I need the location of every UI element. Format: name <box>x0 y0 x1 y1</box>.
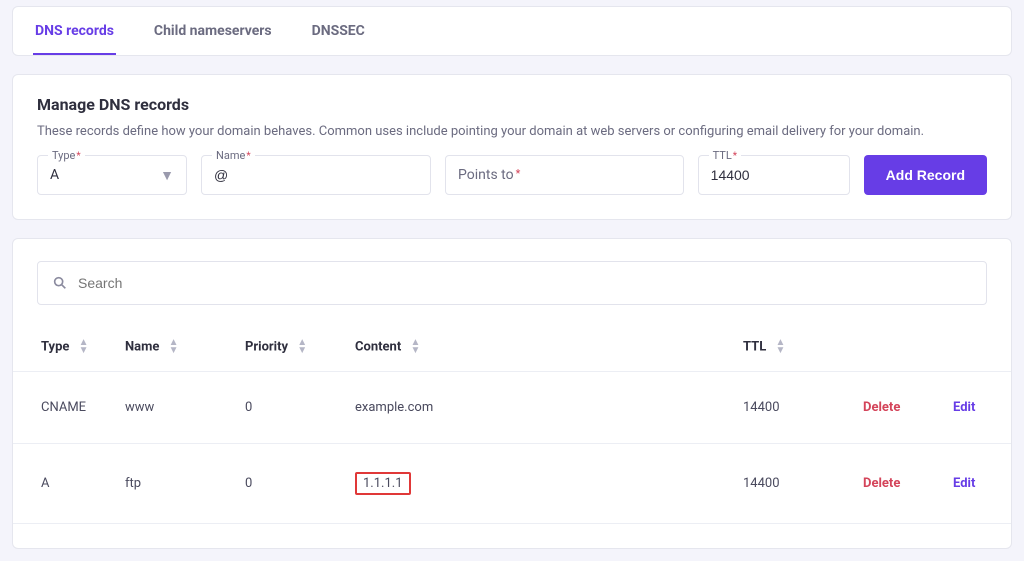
cell-name: ftp <box>113 444 233 524</box>
table-row: Aftp0 1.1.1.1 14400 Delete Edit <box>13 444 1011 524</box>
tabs-panel: DNS records Child nameservers DNSSEC <box>12 6 1012 56</box>
name-field[interactable]: Name <box>201 155 431 195</box>
type-select[interactable]: Type A ▼ <box>37 155 187 195</box>
ttl-input[interactable] <box>711 167 837 183</box>
cell-content: example.com <box>343 372 731 444</box>
ttl-label: TTL <box>709 149 741 162</box>
manage-description: These records define how your domain beh… <box>37 124 987 139</box>
cell-type: A <box>13 444 113 524</box>
cell-priority: 0 <box>233 444 343 524</box>
type-label: Type <box>48 149 85 162</box>
column-priority-label: Priority <box>245 339 288 354</box>
tab-dns-records[interactable]: DNS records <box>33 7 116 55</box>
points-to-label: Points to <box>458 167 520 183</box>
cell-ttl: 14400 <box>731 444 851 524</box>
cell-name: www <box>113 372 233 444</box>
delete-button[interactable]: Delete <box>863 476 900 491</box>
column-header-delete <box>851 323 941 372</box>
column-ttl-label: TTL <box>743 339 766 354</box>
type-value: A <box>50 167 154 183</box>
edit-button[interactable]: Edit <box>953 400 975 415</box>
sort-icon: ▲▼ <box>169 339 179 355</box>
column-type-label: Type <box>41 339 69 354</box>
add-record-button[interactable]: Add Record <box>864 155 987 195</box>
chevron-down-icon: ▼ <box>160 167 174 184</box>
column-header-edit <box>941 323 1011 372</box>
highlighted-content: 1.1.1.1 <box>355 472 411 495</box>
search-icon <box>52 275 68 291</box>
sort-icon: ▲▼ <box>410 339 420 355</box>
column-content-label: Content <box>355 339 401 354</box>
table-row: CNAMEwww0example.com14400 Delete Edit <box>13 372 1011 444</box>
tab-dnssec[interactable]: DNSSEC <box>310 7 367 55</box>
column-name-label: Name <box>125 339 159 354</box>
manage-dns-panel: Manage DNS records These records define … <box>12 74 1012 220</box>
sort-icon: ▲▼ <box>297 339 307 355</box>
add-record-form: Type A ▼ Name Points to TTL Add Record <box>37 155 987 195</box>
cell-type: CNAME <box>13 372 113 444</box>
cell-priority: 0 <box>233 372 343 444</box>
sort-icon: ▲▼ <box>79 339 89 355</box>
ttl-field[interactable]: TTL <box>698 155 850 195</box>
name-input[interactable] <box>214 167 418 183</box>
records-panel: Type ▲▼ Name ▲▼ Priority ▲▼ Content ▲▼ T… <box>12 238 1012 549</box>
cell-ttl: 14400 <box>731 372 851 444</box>
column-header-content[interactable]: Content ▲▼ <box>343 323 731 372</box>
column-header-priority[interactable]: Priority ▲▼ <box>233 323 343 372</box>
cell-content: 1.1.1.1 <box>343 444 731 524</box>
column-header-ttl[interactable]: TTL ▲▼ <box>731 323 851 372</box>
points-to-field[interactable]: Points to <box>445 155 684 195</box>
tab-child-nameservers[interactable]: Child nameservers <box>152 7 274 55</box>
edit-button[interactable]: Edit <box>953 476 975 491</box>
column-header-type[interactable]: Type ▲▼ <box>13 323 113 372</box>
sort-icon: ▲▼ <box>775 339 785 355</box>
search-input[interactable] <box>78 275 972 291</box>
manage-title: Manage DNS records <box>37 95 987 114</box>
tabs: DNS records Child nameservers DNSSEC <box>33 7 991 55</box>
column-header-name[interactable]: Name ▲▼ <box>113 323 233 372</box>
records-table: Type ▲▼ Name ▲▼ Priority ▲▼ Content ▲▼ T… <box>13 323 1011 524</box>
delete-button[interactable]: Delete <box>863 400 900 415</box>
name-label: Name <box>212 149 255 162</box>
search-field[interactable] <box>37 261 987 305</box>
